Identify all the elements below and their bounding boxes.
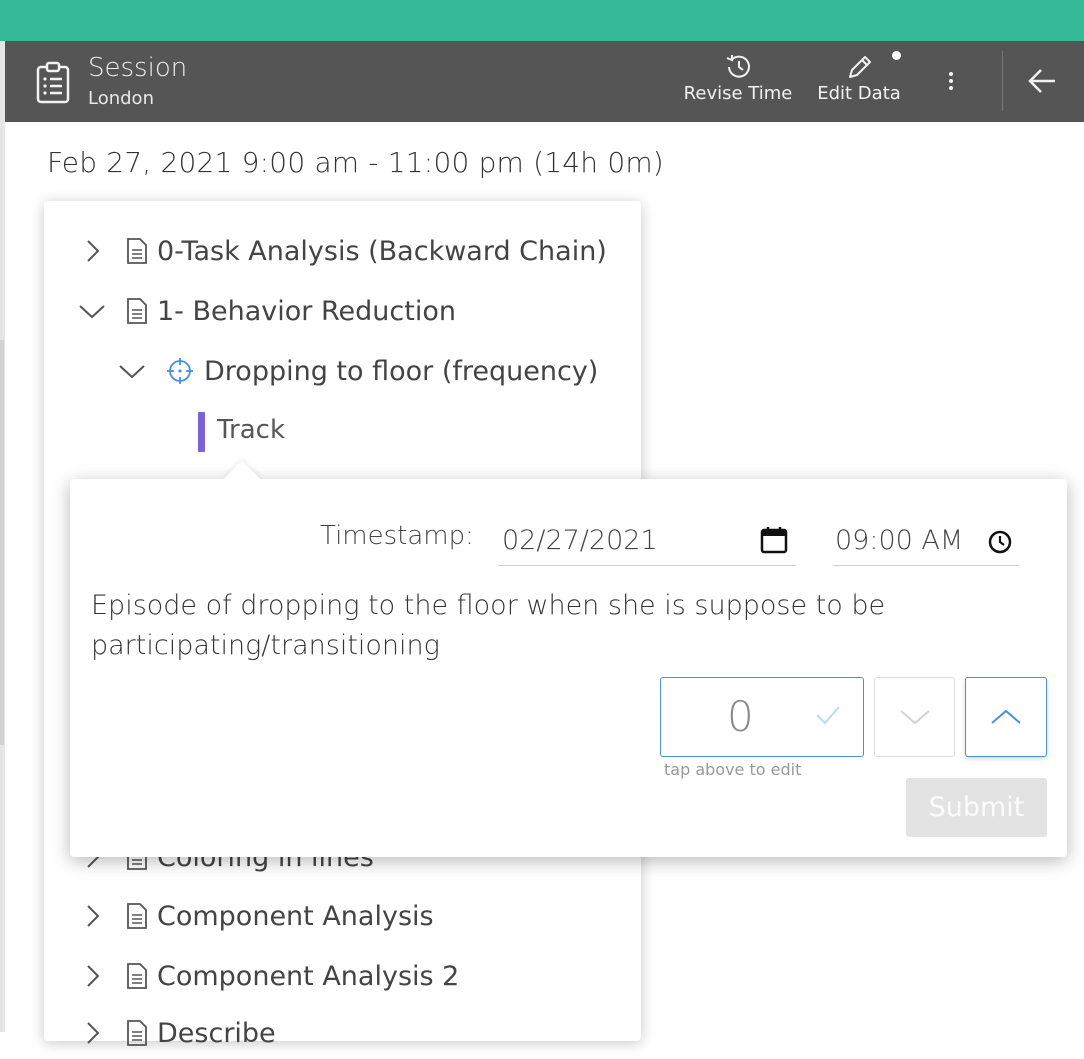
clipboard-list-icon (36, 61, 70, 104)
track-color-bar (198, 412, 205, 452)
header-subtitle: London (88, 88, 154, 109)
calendar-icon[interactable] (759, 525, 789, 555)
chevron-down-icon (900, 710, 930, 725)
increment-button[interactable] (965, 677, 1047, 757)
chevron-right-icon (87, 965, 100, 987)
time-value: 09:00 AM (835, 525, 964, 556)
session-date-range: Feb 27, 2021 9:00 am - 11:00 pm (14h 0m) (47, 146, 664, 179)
check-icon[interactable] (815, 704, 841, 726)
tree-item-label: Dropping to floor (frequency) (204, 355, 599, 387)
document-icon (127, 903, 147, 929)
target-icon (167, 358, 193, 384)
history-icon (726, 55, 750, 78)
edit-data-button[interactable]: Edit Data (811, 51, 907, 113)
edit-data-label: Edit Data (817, 83, 901, 104)
submit-button[interactable]: Submit (906, 778, 1047, 837)
tap-to-edit-hint: tap above to edit (664, 760, 802, 779)
tree-item-label: Component Analysis 2 (157, 960, 460, 992)
count-value: 0 (727, 692, 754, 741)
tree-item-dropping-to-floor[interactable]: Dropping to floor (frequency) (118, 345, 598, 397)
tree-item-task-analysis[interactable]: 0-Task Analysis (Backward Chain) (78, 225, 607, 277)
chevron-down-icon (79, 305, 105, 319)
tree-item-label: Component Analysis (157, 900, 434, 932)
chevron-right-icon (87, 1022, 100, 1044)
tree-item-describe[interactable]: Describe (78, 1007, 276, 1059)
chevron-right-icon (87, 905, 100, 927)
document-icon (127, 238, 147, 264)
count-input[interactable]: 0 (660, 677, 864, 757)
tree-item-label: Describe (157, 1017, 276, 1049)
chevron-up-icon (991, 709, 1021, 724)
chevron-down-icon (119, 365, 145, 379)
date-value: 02/27/2021 (502, 525, 658, 556)
unsaved-indicator-dot (892, 51, 901, 60)
tree-item-label: 1- Behavior Reduction (157, 295, 456, 327)
left-scroll-track (0, 340, 4, 745)
document-icon (127, 1020, 147, 1046)
tree-item-component-analysis[interactable]: Component Analysis (78, 890, 434, 942)
back-arrow-icon[interactable] (1021, 61, 1065, 101)
clock-icon[interactable] (987, 529, 1013, 555)
document-icon (127, 963, 147, 989)
target-description: Episode of dropping to the floor when sh… (91, 590, 886, 661)
header-divider (1002, 51, 1003, 111)
chevron-right-icon (87, 240, 100, 262)
tree-item-track[interactable]: Track (217, 415, 285, 445)
decrement-button[interactable] (874, 677, 955, 757)
tree-item-behavior-reduction[interactable]: 1- Behavior Reduction (78, 285, 456, 337)
pencil-icon (849, 56, 871, 78)
app-top-bar (0, 0, 1084, 41)
tree-item-component-analysis-2[interactable]: Component Analysis 2 (78, 950, 459, 1002)
tree-item-label: 0-Task Analysis (Backward Chain) (157, 235, 607, 267)
track-entry-popup: Timestamp: 02/27/2021 09:00 AM Episode o… (70, 479, 1067, 857)
document-icon (127, 298, 147, 324)
revise-time-button[interactable]: Revise Time (681, 51, 795, 113)
session-header: Session London Revise Time Edit Data (5, 41, 1084, 122)
header-title: Session (88, 53, 188, 83)
revise-time-label: Revise Time (683, 83, 793, 104)
more-vert-icon[interactable] (935, 63, 967, 99)
timestamp-label: Timestamp: (320, 521, 474, 551)
date-input[interactable]: 02/27/2021 (498, 517, 796, 566)
time-input[interactable]: 09:00 AM (833, 517, 1019, 566)
